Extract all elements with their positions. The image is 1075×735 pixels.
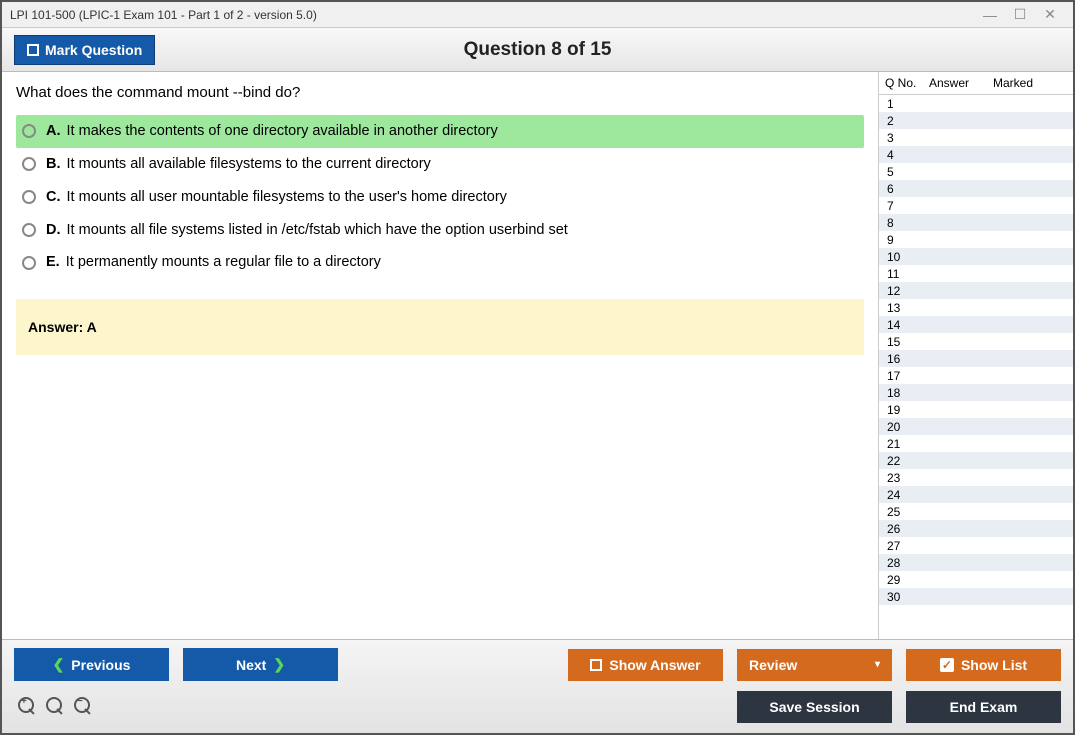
list-item[interactable]: 13 — [879, 299, 1073, 316]
review-label: Review — [749, 657, 797, 673]
list-item[interactable]: 10 — [879, 248, 1073, 265]
option-text: E. It permanently mounts a regular file … — [46, 253, 381, 272]
list-item[interactable]: 27 — [879, 537, 1073, 554]
button-row-2: + − Save Session End Exam — [14, 691, 1061, 723]
show-list-button[interactable]: ✓ Show List — [906, 649, 1061, 681]
option-text: B. It mounts all available filesystems t… — [46, 155, 431, 174]
app-window: LPI 101-500 (LPIC-1 Exam 101 - Part 1 of… — [0, 0, 1075, 735]
close-button[interactable]: ✕ — [1035, 6, 1065, 23]
bottombar: ❮ Previous Next ❯ Show Answer Review ▾ ✓… — [2, 639, 1073, 733]
list-item[interactable]: 19 — [879, 401, 1073, 418]
options-list: A. It makes the contents of one director… — [16, 115, 864, 279]
list-item[interactable]: 12 — [879, 282, 1073, 299]
list-item[interactable]: 14 — [879, 316, 1073, 333]
save-session-label: Save Session — [769, 699, 859, 715]
next-button[interactable]: Next ❯ — [183, 648, 338, 681]
check-icon: ✓ — [940, 658, 954, 672]
zoom-reset-button[interactable] — [46, 697, 66, 717]
sidebar-list[interactable]: 1234567891011121314151617181920212223242… — [879, 95, 1073, 639]
option-a[interactable]: A. It makes the contents of one director… — [16, 115, 864, 148]
radio-icon — [22, 256, 36, 270]
list-item[interactable]: 4 — [879, 146, 1073, 163]
list-item[interactable]: 11 — [879, 265, 1073, 282]
list-item[interactable]: 6 — [879, 180, 1073, 197]
zoom-controls: + − — [14, 697, 94, 717]
mark-question-button[interactable]: Mark Question — [14, 35, 155, 65]
previous-button[interactable]: ❮ Previous — [14, 648, 169, 681]
list-item[interactable]: 8 — [879, 214, 1073, 231]
option-text: D. It mounts all file systems listed in … — [46, 221, 568, 240]
list-item[interactable]: 18 — [879, 384, 1073, 401]
question-list-sidebar: Q No. Answer Marked 12345678910111213141… — [878, 72, 1073, 639]
list-item[interactable]: 28 — [879, 554, 1073, 571]
end-exam-button[interactable]: End Exam — [906, 691, 1061, 723]
option-text: C. It mounts all user mountable filesyst… — [46, 188, 507, 207]
zoom-in-button[interactable]: + — [18, 697, 38, 717]
list-item[interactable]: 3 — [879, 129, 1073, 146]
option-d[interactable]: D. It mounts all file systems listed in … — [16, 214, 864, 247]
chevron-left-icon: ❮ — [53, 656, 65, 673]
chevron-down-icon: ▾ — [875, 659, 880, 670]
zoom-out-button[interactable]: − — [74, 697, 94, 717]
list-item[interactable]: 30 — [879, 588, 1073, 605]
list-item[interactable]: 23 — [879, 469, 1073, 486]
next-label: Next — [236, 657, 266, 673]
checkbox-icon — [27, 44, 39, 56]
list-item[interactable]: 5 — [879, 163, 1073, 180]
end-exam-label: End Exam — [950, 699, 1018, 715]
list-item[interactable]: 22 — [879, 452, 1073, 469]
radio-icon — [22, 157, 36, 171]
list-item[interactable]: 20 — [879, 418, 1073, 435]
question-counter: Question 8 of 15 — [464, 39, 612, 61]
option-e[interactable]: E. It permanently mounts a regular file … — [16, 246, 864, 279]
list-item[interactable]: 25 — [879, 503, 1073, 520]
option-c[interactable]: C. It mounts all user mountable filesyst… — [16, 181, 864, 214]
chevron-right-icon: ❯ — [273, 656, 285, 673]
save-session-button[interactable]: Save Session — [737, 691, 892, 723]
radio-icon — [22, 223, 36, 237]
list-item[interactable]: 29 — [879, 571, 1073, 588]
show-list-label: Show List — [961, 657, 1027, 673]
list-item[interactable]: 24 — [879, 486, 1073, 503]
list-item[interactable]: 2 — [879, 112, 1073, 129]
titlebar: LPI 101-500 (LPIC-1 Exam 101 - Part 1 of… — [2, 2, 1073, 28]
list-item[interactable]: 16 — [879, 350, 1073, 367]
option-text: A. It makes the contents of one director… — [46, 122, 498, 141]
show-answer-button[interactable]: Show Answer — [568, 649, 723, 681]
col-answer: Answer — [923, 72, 987, 94]
maximize-button[interactable]: ☐ — [1005, 6, 1035, 23]
checkbox-icon — [590, 659, 602, 671]
minimize-button[interactable]: — — [975, 7, 1005, 23]
option-b[interactable]: B. It mounts all available filesystems t… — [16, 148, 864, 181]
list-item[interactable]: 17 — [879, 367, 1073, 384]
sidebar-header: Q No. Answer Marked — [879, 72, 1073, 95]
list-item[interactable]: 1 — [879, 95, 1073, 112]
list-item[interactable]: 21 — [879, 435, 1073, 452]
window-title: LPI 101-500 (LPIC-1 Exam 101 - Part 1 of… — [10, 8, 317, 22]
radio-icon — [22, 124, 36, 138]
question-text: What does the command mount --bind do? — [16, 84, 864, 101]
list-item[interactable]: 26 — [879, 520, 1073, 537]
previous-label: Previous — [71, 657, 130, 673]
main-pane: What does the command mount --bind do? A… — [2, 72, 878, 639]
list-item[interactable]: 9 — [879, 231, 1073, 248]
col-qno: Q No. — [879, 72, 923, 94]
list-item[interactable]: 15 — [879, 333, 1073, 350]
topbar: Mark Question Question 8 of 15 — [2, 28, 1073, 72]
col-marked: Marked — [987, 72, 1073, 94]
review-button[interactable]: Review ▾ — [737, 649, 892, 681]
body: What does the command mount --bind do? A… — [2, 72, 1073, 639]
radio-icon — [22, 190, 36, 204]
button-row-1: ❮ Previous Next ❯ Show Answer Review ▾ ✓… — [14, 648, 1061, 681]
show-answer-label: Show Answer — [609, 657, 700, 673]
answer-box: Answer: A — [16, 299, 864, 355]
list-item[interactable]: 7 — [879, 197, 1073, 214]
mark-question-label: Mark Question — [45, 42, 142, 58]
